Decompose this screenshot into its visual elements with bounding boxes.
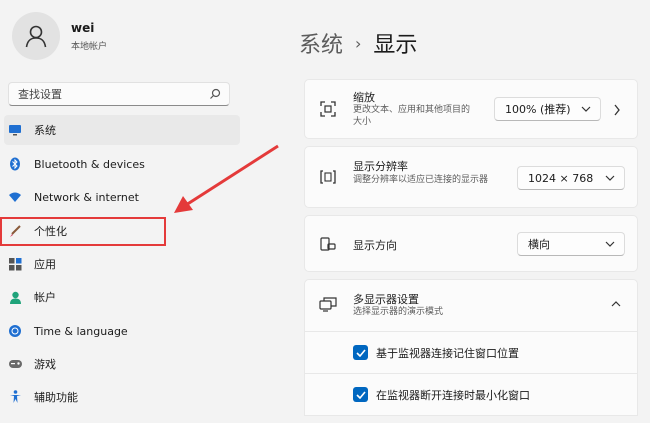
orientation-icon bbox=[320, 237, 336, 251]
resolution-title: 显示分辨率 bbox=[353, 160, 408, 173]
search-icon bbox=[210, 88, 221, 99]
account-type: 本地帐户 bbox=[71, 42, 108, 52]
sidebar-item-label: Network & internet bbox=[34, 190, 139, 204]
multi-monitor-icon bbox=[319, 297, 337, 312]
sidebar-item-system[interactable]: 系统 bbox=[4, 115, 240, 145]
sidebar-item-label: 辅助功能 bbox=[34, 391, 78, 404]
option-label: 在监视器断开连接时最小化窗口 bbox=[376, 389, 530, 402]
sidebar-item-label: 应用 bbox=[34, 258, 56, 271]
checkmark-icon bbox=[355, 348, 366, 357]
chevron-up-icon[interactable] bbox=[611, 300, 621, 308]
search-input[interactable]: 查找设置 bbox=[8, 82, 230, 106]
multi-display-title: 多显示器设置 bbox=[353, 293, 419, 306]
user-avatar[interactable] bbox=[12, 12, 60, 60]
scale-title: 缩放 bbox=[353, 91, 375, 104]
gamepad-icon bbox=[7, 356, 23, 372]
search-placeholder: 查找设置 bbox=[18, 88, 62, 101]
scale-setting-card[interactable]: 缩放 更改文本、应用和其他项目的大小 100% (推荐) bbox=[304, 79, 638, 139]
scale-value: 100% (推荐) bbox=[505, 103, 571, 116]
sidebar-item-network[interactable]: Network & internet bbox=[4, 182, 240, 212]
sidebar-item-time-language[interactable]: Time & language bbox=[4, 316, 240, 346]
accessibility-icon bbox=[7, 389, 23, 405]
scale-icon bbox=[320, 101, 336, 117]
option-remember-window-locations[interactable]: 基于监视器连接记住窗口位置 bbox=[304, 332, 638, 374]
sidebar-item-apps[interactable]: 应用 bbox=[4, 249, 240, 279]
multi-display-card[interactable]: 多显示器设置 选择显示器的演示模式 bbox=[304, 279, 638, 332]
resolution-setting-card[interactable]: 显示分辨率 调整分辨率以适应已连接的显示器 1024 × 768 bbox=[304, 146, 638, 208]
chevron-down-icon bbox=[581, 106, 591, 112]
orientation-value: 横向 bbox=[528, 238, 550, 251]
scale-dropdown[interactable]: 100% (推荐) bbox=[494, 97, 601, 121]
orientation-dropdown[interactable]: 横向 bbox=[517, 232, 625, 256]
globe-clock-icon bbox=[7, 323, 23, 339]
page-title: 显示 bbox=[373, 33, 418, 58]
chevron-down-icon bbox=[605, 175, 615, 181]
user-name: wei bbox=[71, 21, 95, 35]
sidebar: wei 本地帐户 查找设置 系统 Bluetooth & devices Net… bbox=[0, 0, 250, 423]
resolution-value: 1024 × 768 bbox=[528, 171, 594, 185]
sidebar-item-bluetooth[interactable]: Bluetooth & devices bbox=[4, 149, 240, 179]
sidebar-item-gaming[interactable]: 游戏 bbox=[4, 349, 240, 379]
sidebar-item-label: 系统 bbox=[34, 124, 56, 137]
checkmark-icon bbox=[355, 390, 366, 399]
multi-display-description: 选择显示器的演示模式 bbox=[353, 307, 444, 317]
annotation-highlight-box bbox=[0, 217, 166, 246]
monitor-icon bbox=[7, 122, 23, 138]
checkbox-minimize-windows[interactable] bbox=[353, 387, 368, 402]
account-icon bbox=[7, 289, 23, 305]
option-label: 基于监视器连接记住窗口位置 bbox=[376, 347, 519, 360]
sidebar-item-label: Bluetooth & devices bbox=[34, 157, 145, 171]
option-minimize-windows[interactable]: 在监视器断开连接时最小化窗口 bbox=[304, 374, 638, 416]
apps-icon bbox=[7, 256, 23, 272]
wifi-icon bbox=[7, 189, 23, 205]
sidebar-item-label: 游戏 bbox=[34, 358, 56, 371]
resolution-icon bbox=[320, 170, 336, 184]
resolution-description: 调整分辨率以适应已连接的显示器 bbox=[353, 175, 489, 185]
orientation-setting-card[interactable]: 显示方向 横向 bbox=[304, 215, 638, 272]
checkbox-remember-window-locations[interactable] bbox=[353, 345, 368, 360]
orientation-title: 显示方向 bbox=[353, 239, 397, 252]
breadcrumb: 系统 › 显示 bbox=[299, 27, 417, 59]
sidebar-item-label: Time & language bbox=[34, 324, 128, 338]
chevron-right-icon[interactable] bbox=[613, 104, 621, 116]
scale-description: 更改文本、应用和其他项目的大小 bbox=[353, 105, 471, 127]
sidebar-item-accessibility[interactable]: 辅助功能 bbox=[4, 382, 240, 412]
breadcrumb-parent[interactable]: 系统 bbox=[299, 27, 343, 59]
sidebar-item-label: 帐户 bbox=[34, 291, 56, 304]
chevron-right-icon: › bbox=[355, 33, 362, 53]
chevron-down-icon bbox=[605, 241, 615, 247]
resolution-dropdown[interactable]: 1024 × 768 bbox=[517, 166, 625, 190]
person-icon bbox=[25, 25, 47, 48]
bluetooth-icon bbox=[7, 156, 23, 172]
sidebar-item-accounts[interactable]: 帐户 bbox=[4, 282, 240, 312]
